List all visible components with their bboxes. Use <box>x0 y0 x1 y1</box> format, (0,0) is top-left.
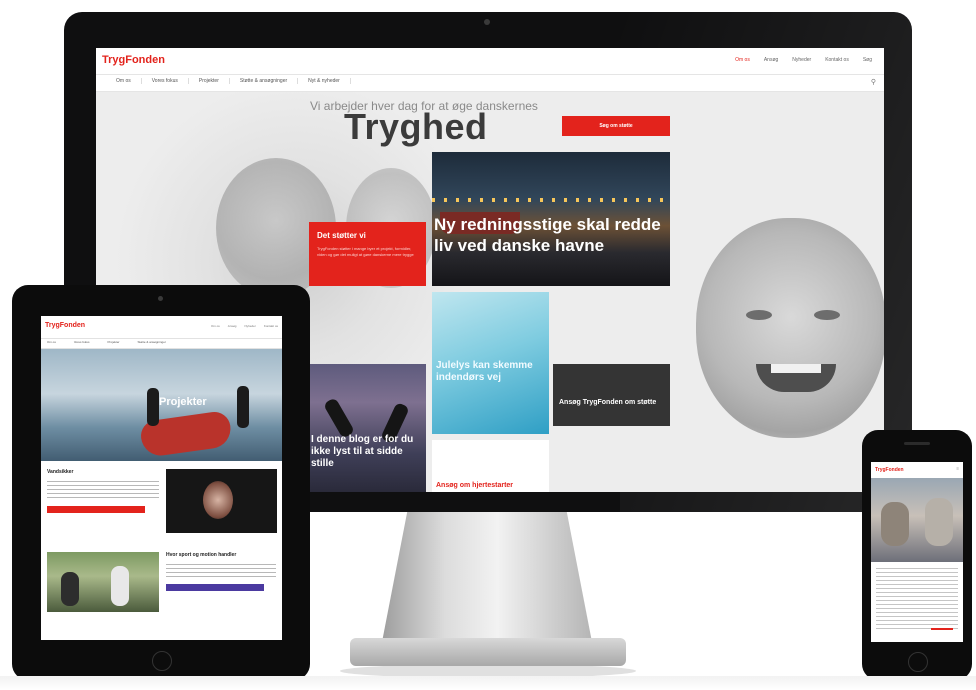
tablet-section-title: Hvor sport og motion handler <box>166 552 237 558</box>
tablet-purple-button[interactable] <box>166 584 264 591</box>
phone-home-button <box>908 652 928 672</box>
tablet-hero-title: Projekter <box>159 396 207 408</box>
apply-support-tile[interactable] <box>553 364 670 426</box>
lifeguard-figure <box>237 386 249 428</box>
floor-shadow <box>0 676 976 690</box>
child-figure <box>925 498 953 546</box>
top-link[interactable]: Nyheder <box>244 324 255 328</box>
cyclist-figure <box>61 572 79 606</box>
tablet-top-links: Om os Ansøg Nyheder Kontakt os <box>211 324 278 328</box>
support-tile-text: TrygFonden støtter i mange byer et proje… <box>317 246 414 257</box>
climbing-blog-tile[interactable] <box>309 364 426 492</box>
christmas-lights-title: Julelys kan skemme indendørs vej <box>436 360 533 383</box>
child-eye <box>814 310 840 320</box>
top-link[interactable]: Ansøg <box>764 57 778 63</box>
child-figure <box>881 502 909 546</box>
monitor-stand <box>382 512 592 642</box>
cta-button[interactable]: Søg om støtte <box>562 116 670 136</box>
desktop-nav: Om os Vores fokus Projekter Støtte & ans… <box>106 78 351 84</box>
desktop-logo[interactable]: TrygFonden <box>102 54 165 66</box>
climbing-blog-title: I denne blog er for du ikke lyst til at … <box>311 434 414 469</box>
phone-screen: TrygFonden ☰ <box>871 462 963 642</box>
monitor-camera <box>484 19 490 25</box>
top-link[interactable]: Kontakt os <box>264 324 278 328</box>
tablet-section-text <box>47 481 159 499</box>
child-teeth <box>771 364 821 373</box>
nav-item[interactable]: Om os <box>106 78 142 84</box>
tablet-red-button[interactable] <box>47 506 145 513</box>
nav-item[interactable]: Vores fokus <box>142 78 189 84</box>
phone-logo[interactable]: TrygFonden <box>875 467 904 473</box>
tablet-section-title: Vandsikker <box>47 469 74 475</box>
portrait-face <box>203 481 233 519</box>
lifeguard-figure <box>147 388 159 426</box>
nav-item[interactable]: Om os <box>47 340 56 344</box>
defibrillator-title: Ansøg om hjertestarter <box>436 482 514 489</box>
harbor-lights <box>432 198 670 202</box>
tablet-home-button <box>152 651 172 671</box>
tablet-section-text <box>166 564 276 578</box>
desktop-top-links: Om os Ansøg Nyheder Kontakt os Søg <box>735 57 872 63</box>
top-link[interactable]: Nyheder <box>792 57 811 63</box>
top-link[interactable]: Om os <box>211 324 220 328</box>
search-icon[interactable]: ⚲ <box>871 78 876 86</box>
nav-item[interactable]: Støtte & ansøgninger <box>230 78 299 84</box>
harbor-news-title: Ny redningsstige skal redde liv ved dans… <box>434 215 661 255</box>
apply-support-title: Ansøg TrygFonden om støtte <box>559 399 657 406</box>
child-face-photo <box>696 218 884 438</box>
support-tile-title: Det støtter vi <box>317 231 366 240</box>
tablet-camera <box>158 296 163 301</box>
hero-title: Tryghed <box>344 106 488 147</box>
cyclist-figure <box>111 566 129 606</box>
nav-item[interactable]: Projekter <box>108 340 120 344</box>
nav-item[interactable]: Støtte & ansøgninger <box>138 340 166 344</box>
top-link[interactable]: Om os <box>735 57 750 63</box>
tablet-nav: Om os Vores fokus Projekter Støtte & ans… <box>47 340 166 344</box>
nav-item[interactable]: Nyt & nyheder <box>298 78 351 84</box>
top-link[interactable]: Søg <box>863 57 872 63</box>
top-link[interactable]: Kontakt os <box>825 57 849 63</box>
phone-speaker <box>904 442 930 445</box>
tablet-logo[interactable]: TrygFonden <box>45 322 85 329</box>
monitor-base <box>350 638 626 666</box>
nav-item[interactable]: Vores fokus <box>74 340 90 344</box>
top-link[interactable]: Ansøg <box>228 324 237 328</box>
nav-item[interactable]: Projekter <box>189 78 230 84</box>
support-tile[interactable]: Det støtter vi TrygFonden støtter i mang… <box>309 222 426 286</box>
menu-icon[interactable]: ☰ <box>956 467 959 471</box>
child-eye <box>746 310 772 320</box>
tablet-screen: TrygFonden Om os Ansøg Nyheder Kontakt o… <box>41 316 282 640</box>
phone-article-text <box>876 568 958 632</box>
phone-red-link[interactable] <box>931 628 953 630</box>
